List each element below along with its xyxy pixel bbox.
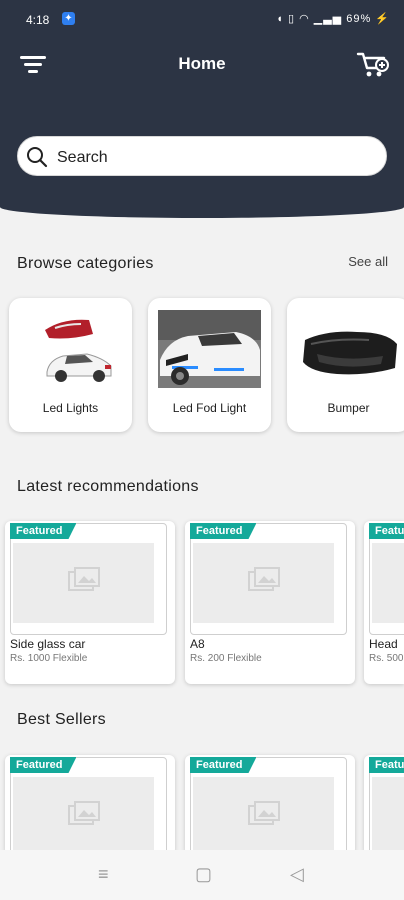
product-price: Rs. 1000 Flexible bbox=[10, 653, 88, 664]
latest-recommendations-title: Latest recommendations bbox=[17, 478, 199, 495]
product-image-placeholder bbox=[13, 777, 154, 855]
category-label: Led Lights bbox=[42, 401, 99, 415]
best-sellers-title: Best Sellers bbox=[17, 711, 106, 728]
product-card[interactable]: Featured bbox=[5, 755, 175, 855]
product-image-placeholder bbox=[13, 543, 154, 623]
bumper-image bbox=[297, 310, 400, 388]
product-image-placeholder bbox=[193, 543, 334, 623]
featured-badge: Featured bbox=[190, 757, 257, 773]
system-nav-bar: ≡ ▢ ◁ bbox=[0, 850, 404, 900]
category-card[interactable]: Led Fod Light bbox=[148, 298, 271, 432]
status-bar: 4:18 ✦ ◖ ▯ ◠ ▁▃▅ 69% ⚡ bbox=[0, 0, 404, 40]
product-name: A8 bbox=[190, 637, 205, 651]
search-input[interactable]: Search bbox=[17, 136, 387, 176]
browse-categories-title: Browse categories bbox=[17, 255, 154, 272]
image-placeholder-icon bbox=[68, 801, 100, 825]
back-icon[interactable]: ◁ bbox=[290, 864, 304, 885]
product-price: Rs. 500 bbox=[369, 653, 404, 664]
search-placeholder: Search bbox=[57, 149, 108, 166]
product-card[interactable]: Featured bbox=[185, 755, 355, 855]
notification-icon: ✦ bbox=[62, 12, 75, 25]
search-icon bbox=[26, 146, 48, 173]
product-image-placeholder bbox=[193, 777, 334, 855]
product-image-placeholder bbox=[372, 543, 404, 623]
product-name: Side glass car bbox=[10, 637, 86, 651]
status-time: 4:18 bbox=[26, 13, 50, 27]
category-card[interactable]: Led Lights bbox=[9, 298, 132, 432]
featured-badge: Featured bbox=[190, 523, 257, 539]
recents-icon[interactable]: ≡ bbox=[98, 864, 109, 885]
led-lights-image bbox=[19, 310, 122, 388]
status-icons: ◖ ▯ ◠ ▁▃▅ 69% ⚡ bbox=[276, 12, 390, 25]
category-card[interactable]: Bumper bbox=[287, 298, 404, 432]
signal-icon: ▁▃▅ bbox=[313, 13, 343, 25]
vibrate-icon: ▯ bbox=[287, 13, 296, 25]
product-card[interactable]: Featured A8 Rs. 200 Flexible bbox=[185, 521, 355, 684]
product-name: Head bbox=[369, 637, 398, 651]
app-bar: Home bbox=[0, 44, 404, 84]
image-placeholder-icon bbox=[68, 567, 100, 591]
wifi-icon: ◠ bbox=[299, 13, 310, 25]
product-card[interactable]: Featured Head Rs. 500 bbox=[364, 521, 404, 684]
image-placeholder-icon bbox=[248, 567, 280, 591]
headset-icon: ◖ bbox=[276, 13, 284, 25]
featured-badge: Featured bbox=[369, 757, 404, 773]
product-card[interactable]: Featured Side glass car Rs. 1000 Flexibl… bbox=[5, 521, 175, 684]
charging-icon: ⚡ bbox=[375, 13, 390, 25]
product-image-placeholder bbox=[372, 777, 404, 855]
product-price: Rs. 200 Flexible bbox=[190, 653, 262, 664]
image-placeholder-icon bbox=[248, 801, 280, 825]
battery-text: 69% bbox=[346, 13, 372, 25]
product-card[interactable]: Featured bbox=[364, 755, 404, 855]
featured-badge: Featured bbox=[10, 757, 77, 773]
see-all-link[interactable]: See all bbox=[348, 254, 388, 269]
cart-icon[interactable] bbox=[356, 50, 390, 80]
led-fog-light-image bbox=[158, 310, 261, 388]
featured-badge: Featured bbox=[10, 523, 77, 539]
category-label: Bumper bbox=[327, 401, 370, 415]
category-label: Led Fod Light bbox=[172, 401, 247, 415]
page-title: Home bbox=[178, 54, 226, 73]
home-icon[interactable]: ▢ bbox=[195, 864, 212, 885]
featured-badge: Featured bbox=[369, 523, 404, 539]
